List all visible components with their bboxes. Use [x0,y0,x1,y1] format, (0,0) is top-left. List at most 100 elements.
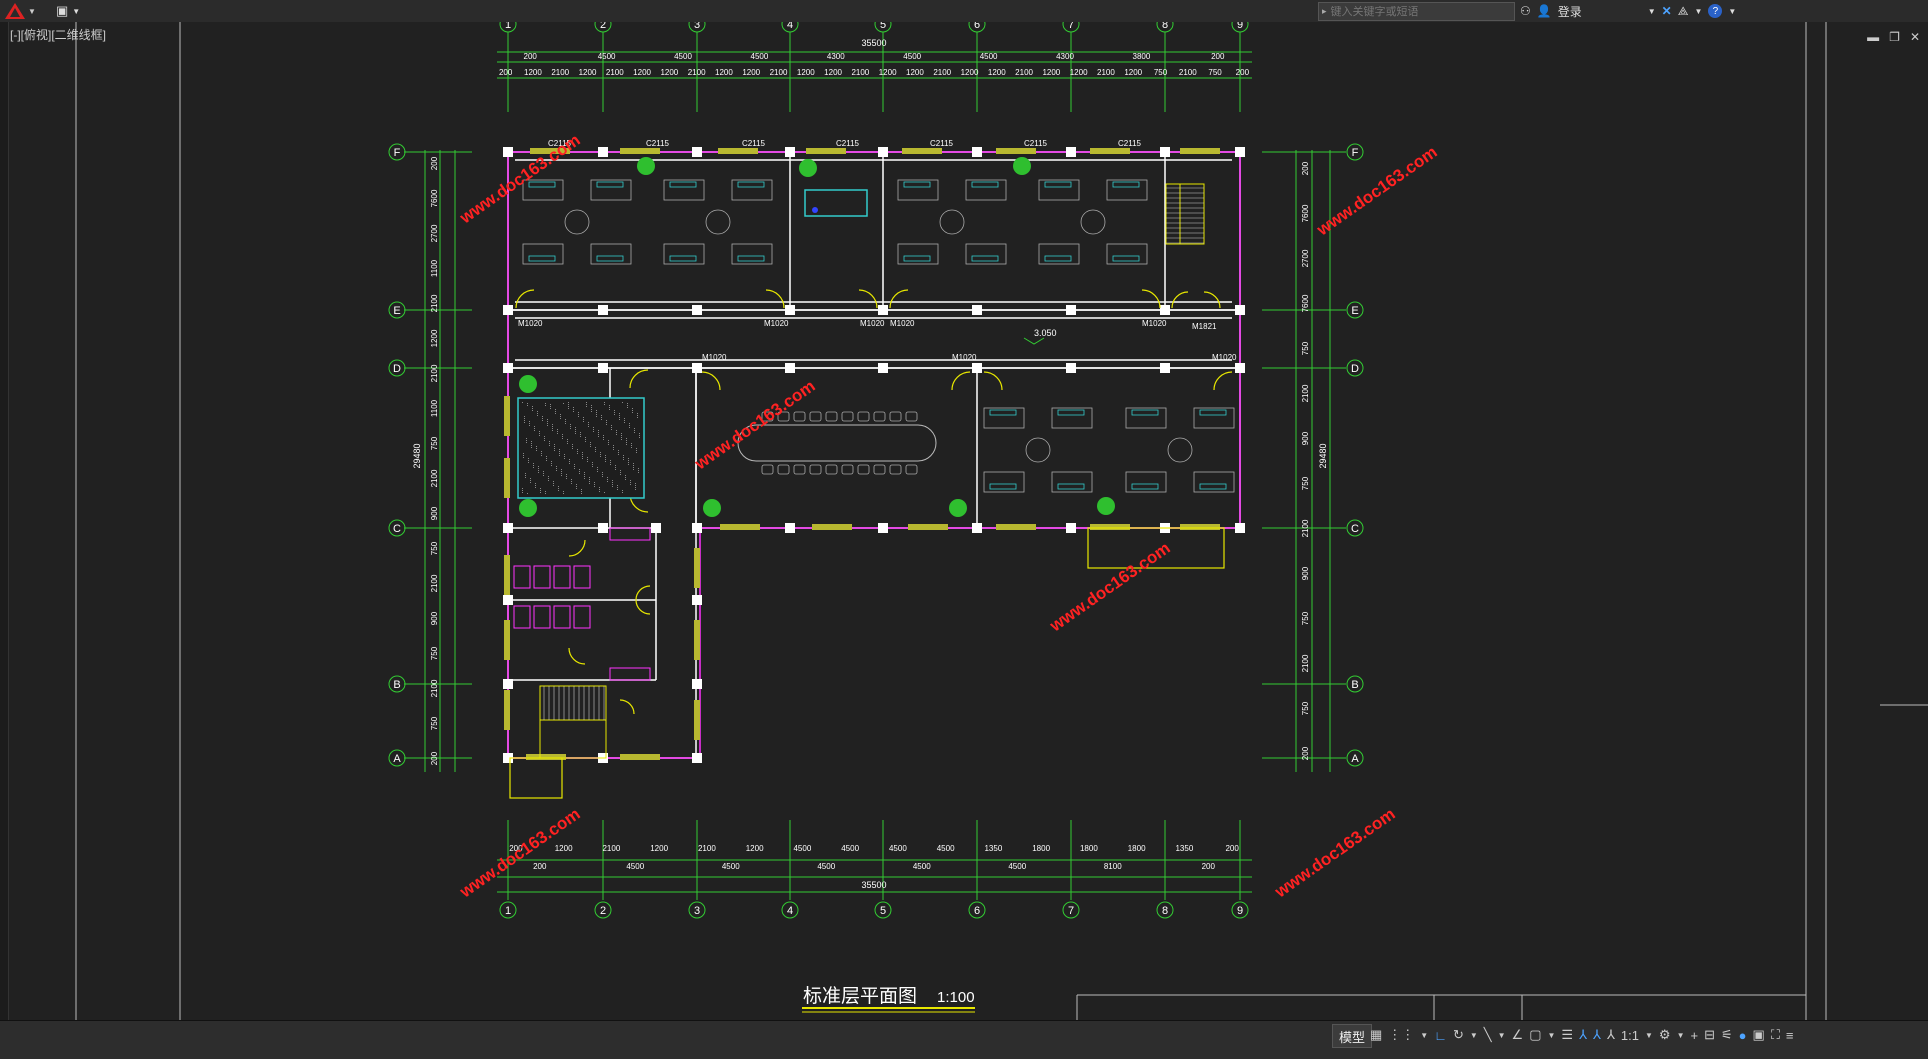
annotation-scale-icon[interactable]: ⅄ [1607,1027,1615,1043]
model-space-button[interactable]: 模型 [1332,1024,1373,1048]
exchange-icon[interactable]: ✕ [1662,4,1672,18]
door-label: M1020 [764,319,789,328]
chevron-down-icon[interactable]: ▼ [72,7,80,16]
plus-icon[interactable]: + [1691,1028,1699,1043]
floor-pattern-dot [619,413,620,414]
drawing-canvas[interactable]: 1 1 2 2 3 3 4 4 5 5 6 6 7 7 8 8 9 9 F F E E D D C C B B A A 200 4500 45… [9,15,1928,1020]
floor-pattern-dot [522,490,523,491]
plant [1013,157,1031,175]
gear-icon[interactable]: ⚙ [1659,1027,1671,1043]
annotation-visibility-icon[interactable]: ⅄ [1579,1027,1587,1043]
floor-pattern-dot [580,436,581,437]
floor-pattern-dot [620,474,621,475]
floor-pattern-dot [622,492,623,493]
close-icon[interactable]: ✕ [1910,30,1920,44]
customize-icon[interactable]: ≡ [1786,1028,1794,1043]
floor-pattern-dot [588,422,589,423]
help-icon[interactable]: ? [1708,4,1723,18]
scale-label[interactable]: 1:1 [1621,1028,1639,1043]
floor-pattern-dot [584,474,585,475]
floor-pattern-dot [575,429,576,430]
chevron-down-icon[interactable]: ▼ [1677,1031,1685,1040]
object-track-icon[interactable]: ∠ [1512,1027,1524,1043]
hardware-accel-icon[interactable]: ▣ [1753,1027,1765,1043]
minimize-icon[interactable]: ▬ [1867,30,1879,44]
dimension-value: 1200 [715,68,733,77]
grid-column-label: 1 [505,905,511,917]
floor-pattern-dot [587,461,588,462]
floor-pattern-dot [569,461,570,462]
auto-scale-icon[interactable]: ⅄ [1593,1027,1601,1043]
floor-pattern-dot [541,451,542,452]
floor-pattern-dot [637,413,638,414]
dimension-value: 200 [1211,52,1225,61]
floor-pattern-dot [613,447,614,448]
floor-pattern-dot [590,446,591,447]
chevron-down-icon[interactable]: ▼ [1470,1031,1478,1040]
lineweight-icon[interactable]: ☰ [1561,1027,1573,1043]
floor-pattern-dot [622,402,623,403]
floor-pattern-dot [556,470,557,471]
viewport-controls[interactable]: [-][俯视][二维线框] [10,26,106,43]
binoculars-icon[interactable]: ⚇ [1520,4,1531,18]
floor-pattern-dot [616,434,617,435]
floor-pattern-dot [589,481,590,482]
floor-pattern-dot [530,480,531,481]
floor-pattern-dot [631,443,632,444]
properties-icon[interactable]: ⚟ [1721,1027,1733,1043]
meeting-table [1167,437,1193,463]
desk-monitor [971,255,999,262]
chevron-down-icon[interactable]: ▼ [1648,7,1656,16]
chevron-down-icon[interactable]: ▼ [1645,1031,1653,1040]
floor-pattern-dot [548,478,549,479]
structural-column [1066,363,1076,373]
floor-pattern-dot [626,440,627,441]
application-menu-button[interactable]: ▼ [4,2,46,20]
units-icon[interactable]: ⊟ [1704,1027,1715,1043]
isodraft-icon[interactable]: ╲ [1484,1027,1492,1043]
window-label: C2115 [742,139,766,148]
osnap-icon[interactable]: ▢ [1529,1027,1541,1043]
search-box[interactable]: ▸ [1318,2,1515,21]
floor-pattern-dot [541,453,542,454]
floor-pattern-dot [527,405,528,406]
floor-pattern-dot [593,431,594,432]
floor-pattern-dot [582,456,583,457]
floor-pattern-dot [528,462,529,463]
search-input[interactable] [1326,5,1505,18]
polar-icon[interactable]: ↻ [1453,1027,1464,1043]
chevron-down-icon[interactable]: ▼ [1498,1031,1506,1040]
chevron-down-icon[interactable]: ▼ [1694,7,1702,16]
floor-pattern-dot [624,418,625,419]
window [694,620,700,660]
chevron-down-icon[interactable]: ▼ [1728,7,1736,16]
floor-pattern-dot [524,420,525,421]
login-button[interactable]: 登录 [1558,3,1582,20]
dimension-value: 7600 [430,189,439,207]
floor-pattern-dot [634,430,635,431]
chevron-down-icon[interactable]: ▼ [1547,1031,1555,1040]
clean-screen-icon[interactable]: ⛶ [1771,1027,1780,1043]
floor-pattern-dot [629,423,630,424]
floor-pattern-dot [619,415,620,416]
floor-pattern-dot [616,432,617,433]
isolate-icon[interactable]: ● [1739,1028,1747,1043]
ortho-icon[interactable]: ∟ [1434,1028,1447,1043]
restore-icon[interactable]: ❐ [1889,30,1900,44]
floor-pattern-dot [627,405,628,406]
snap-icon[interactable]: ⋮⋮ [1388,1027,1414,1043]
save-icon[interactable]: ▣ [56,3,68,19]
floor-pattern-dot [553,485,554,486]
floor-pattern-dot [638,472,639,473]
floor-pattern-dot [572,446,573,447]
floor-pattern-dot [531,443,532,444]
floor-pattern-dot [638,470,639,471]
window [504,458,510,498]
chevron-right-icon: ▸ [1322,6,1327,16]
floor-pattern-dot [570,428,571,429]
dimension-value: 2100 [1301,384,1310,402]
chevron-down-icon[interactable]: ▼ [1420,1031,1428,1040]
user-icon: 👤 [1536,4,1552,18]
grid-icon[interactable]: ▦ [1370,1027,1382,1043]
a360-icon[interactable]: ⟁ [1678,4,1689,19]
